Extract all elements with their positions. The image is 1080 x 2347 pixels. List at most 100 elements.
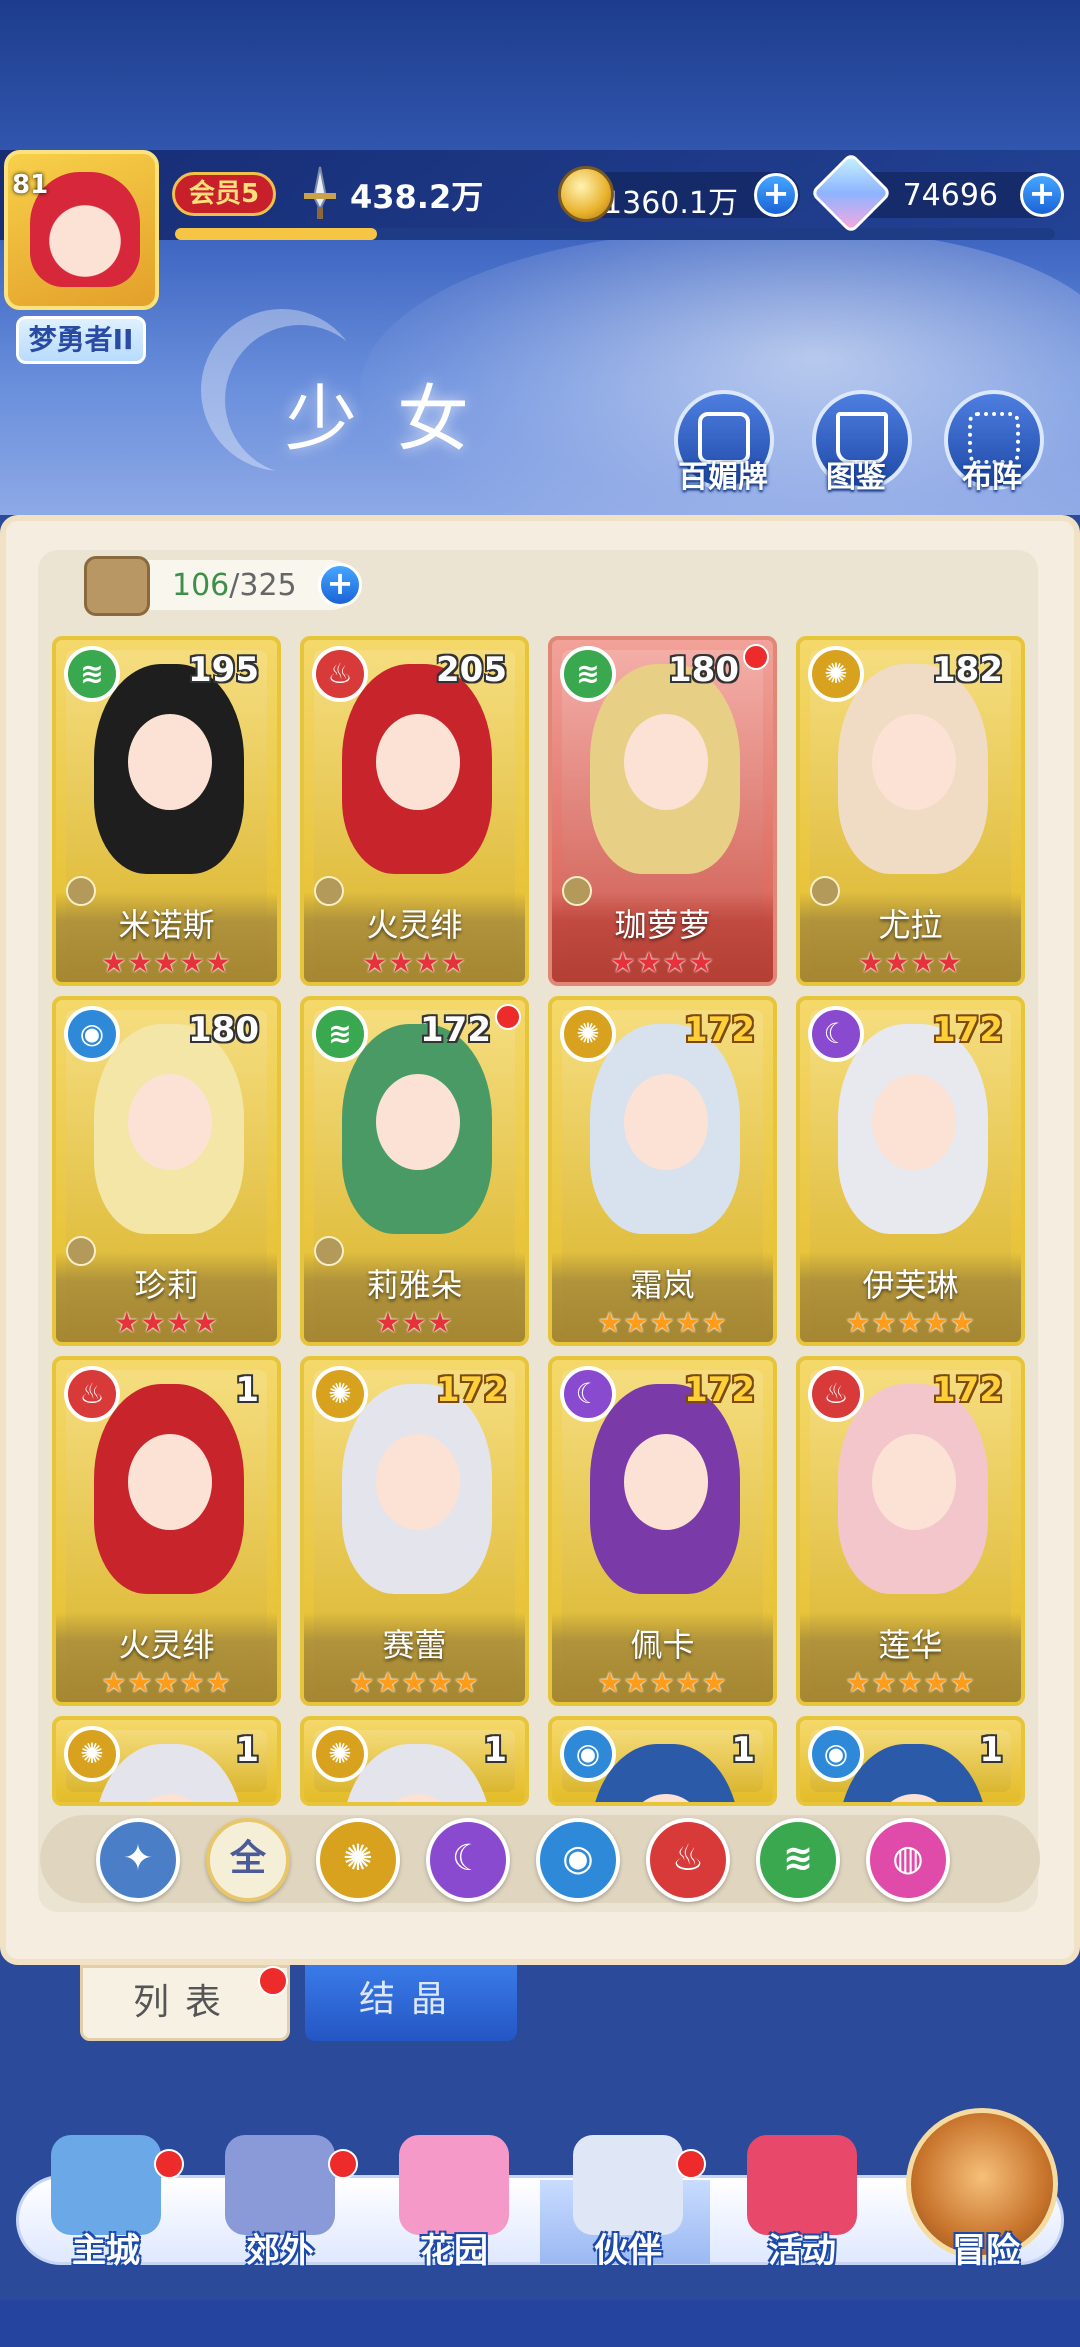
nav-garden[interactable]: 花园 [374, 2135, 534, 2275]
notification-dot [676, 2149, 706, 2179]
water-element-icon: ◉ [560, 1726, 616, 1782]
character-card[interactable]: ≋ 172 莉雅朵 ★★★ [300, 996, 529, 1346]
banner-background [0, 0, 1080, 515]
star-rating: ★★★★ [858, 946, 963, 979]
character-level: 172 [684, 1370, 755, 1410]
filter-all-button[interactable]: 全 [206, 1818, 290, 1902]
gold-amount: 1360.1万 [603, 186, 738, 221]
sword-icon [304, 166, 336, 219]
water-element-icon: ◉ [808, 1726, 864, 1782]
character-face [128, 714, 212, 810]
character-card[interactable]: ✺ 172 霜岚 ★★★★★ [548, 996, 777, 1346]
character-name: 珈萝萝 [614, 906, 711, 944]
character-name: 火灵绯 [118, 1626, 215, 1664]
character-card[interactable]: ✺ 172 赛蕾 ★★★★★ [300, 1356, 529, 1706]
character-card[interactable]: ◉ 1 [548, 1716, 777, 1806]
nav-garden-label: 花园 [420, 2231, 488, 2271]
character-card[interactable]: ◉ 180 珍莉 ★★★★ [52, 996, 281, 1346]
character-level: 172 [420, 1010, 491, 1050]
vip-badge[interactable]: 会员5 [172, 172, 276, 216]
star-rating: ★★★★★ [349, 1666, 480, 1699]
notification-dot [743, 644, 769, 670]
character-face [624, 1074, 708, 1170]
fire-element-icon: ♨ [312, 646, 368, 702]
nav-events[interactable]: 活动 [722, 2135, 882, 2275]
player-rank-title[interactable]: 梦勇者II [16, 316, 146, 364]
character-card[interactable]: ✺ 1 [52, 1716, 281, 1806]
notification-dot [328, 2149, 358, 2179]
card-deck-label: 百媚牌 [678, 460, 768, 495]
nav-adventure-label: 冒险 [952, 2231, 1020, 2271]
nav-adventure[interactable]: 冒险 [906, 2135, 1066, 2275]
character-card[interactable]: ◉ 1 [796, 1716, 1025, 1806]
character-card[interactable]: ♨ 172 莲华 ★★★★★ [796, 1356, 1025, 1706]
character-name: 珍莉 [134, 1266, 199, 1304]
combat-power: 438.2万 [350, 178, 484, 216]
xp-progress-fill [175, 228, 378, 240]
character-face [624, 714, 708, 810]
gold-coin-icon [558, 166, 614, 222]
character-face [376, 714, 460, 810]
character-card[interactable]: ♨ 205 火灵绯 ★★★★ [300, 636, 529, 986]
character-level: 182 [932, 650, 1003, 690]
star-rating: ★★★★★ [101, 1666, 232, 1699]
formation-label: 布阵 [962, 460, 1022, 495]
character-name: 霜岚 [630, 1266, 695, 1304]
filter-light-button[interactable]: ✺ [316, 1818, 400, 1902]
notification-dot [154, 2149, 184, 2179]
character-card[interactable]: ☾ 172 伊芙琳 ★★★★★ [796, 996, 1025, 1346]
tab-crystal[interactable]: 结晶 [305, 1965, 517, 2041]
character-face [872, 1074, 956, 1170]
gift-box-icon [747, 2135, 857, 2235]
bag-icon [84, 556, 150, 616]
character-face [376, 1434, 460, 1530]
gem-amount: 74696 [902, 178, 998, 213]
character-face [128, 1074, 212, 1170]
filter-special-button[interactable]: ◍ [866, 1818, 950, 1902]
wind-element-icon: ≋ [312, 1006, 368, 1062]
character-card[interactable]: ✺ 182 尤拉 ★★★★ [796, 636, 1025, 986]
star-rating: ★★★★ [362, 946, 467, 979]
character-face [872, 714, 956, 810]
star-rating: ★★★★★ [597, 1306, 728, 1339]
character-name: 佩卡 [630, 1626, 695, 1664]
water-element-icon: ◉ [64, 1006, 120, 1062]
expand-roster-button[interactable]: + [318, 563, 362, 607]
tab-list-notification-dot [258, 1966, 288, 1996]
nav-outskirts[interactable]: 郊外 [200, 2135, 360, 2275]
character-level: 180 [668, 650, 739, 690]
character-level: 172 [436, 1370, 507, 1410]
light-element-icon: ✺ [560, 1006, 616, 1062]
nav-main-city[interactable]: 主城 [26, 2135, 186, 2275]
character-face [128, 1434, 212, 1530]
character-card[interactable]: ♨ 1 火灵绯 ★★★★★ [52, 1356, 281, 1706]
filter-water-button[interactable]: ◉ [536, 1818, 620, 1902]
player-level: 81 [12, 170, 49, 200]
character-card[interactable]: ✺ 1 [300, 1716, 529, 1806]
filter-sort-button[interactable]: ✦ [96, 1818, 180, 1902]
nav-partners[interactable]: 伙伴 [548, 2135, 708, 2275]
star-rating: ★★★★ [610, 946, 715, 979]
character-level: 1 [235, 1730, 259, 1770]
fire-element-icon: ♨ [64, 1366, 120, 1422]
character-card[interactable]: ≋ 195 米诺斯 ★★★★★ [52, 636, 281, 986]
character-level: 1 [483, 1730, 507, 1770]
character-card[interactable]: ☾ 172 佩卡 ★★★★★ [548, 1356, 777, 1706]
filter-wind-button[interactable]: ≋ [756, 1818, 840, 1902]
star-rating: ★★★★★ [845, 1666, 976, 1699]
filter-fire-button[interactable]: ♨ [646, 1818, 730, 1902]
star-rating: ★★★★★ [845, 1306, 976, 1339]
partner-portrait-icon [573, 2135, 683, 2235]
roster-count: 106/325 [172, 568, 297, 603]
character-name: 莲华 [878, 1626, 943, 1664]
page-title: 少女 [285, 377, 510, 461]
light-element-icon: ✺ [312, 1366, 368, 1422]
character-name: 尤拉 [878, 906, 943, 944]
character-name: 莉雅朵 [366, 1266, 463, 1304]
dark-element-icon: ☾ [560, 1366, 616, 1422]
character-card[interactable]: ≋ 180 珈萝萝 ★★★★ [548, 636, 777, 986]
filter-dark-button[interactable]: ☾ [426, 1818, 510, 1902]
add-gems-button[interactable]: + [1020, 173, 1064, 217]
character-name: 米诺斯 [118, 906, 215, 944]
add-gold-button[interactable]: + [754, 173, 798, 217]
